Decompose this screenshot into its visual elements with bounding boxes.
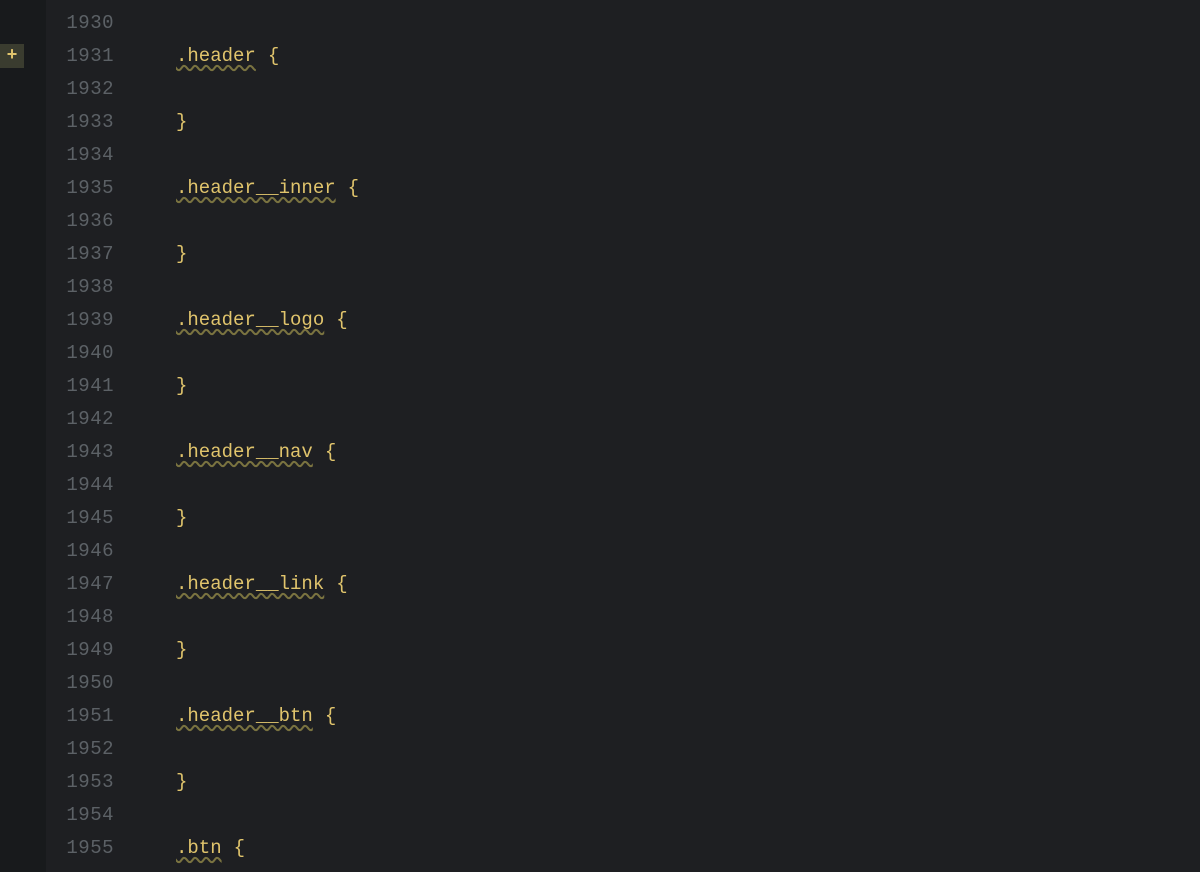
plus-icon: + bbox=[7, 47, 18, 65]
code-line[interactable] bbox=[136, 204, 1200, 237]
code-editor[interactable]: + 19301931193219331934193519361937193819… bbox=[0, 0, 1200, 872]
code-line[interactable] bbox=[136, 666, 1200, 699]
line-number[interactable]: 1945 bbox=[46, 501, 136, 534]
line-number[interactable]: 1934 bbox=[46, 138, 136, 171]
code-content[interactable]: .header {} .header__inner {} .header__logo {}… bbox=[136, 0, 1200, 872]
code-line[interactable] bbox=[136, 72, 1200, 105]
line-number[interactable]: 1939 bbox=[46, 303, 136, 336]
line-number[interactable]: 1944 bbox=[46, 468, 136, 501]
line-number[interactable]: 1943 bbox=[46, 435, 136, 468]
code-line[interactable]: } bbox=[136, 633, 1200, 666]
css-selector: .header__nav bbox=[176, 441, 313, 463]
code-line[interactable] bbox=[136, 270, 1200, 303]
brace-close: } bbox=[176, 639, 187, 661]
code-line[interactable]: .header__logo { bbox=[136, 303, 1200, 336]
line-number[interactable]: 1946 bbox=[46, 534, 136, 567]
code-line[interactable] bbox=[136, 864, 1200, 872]
code-line[interactable] bbox=[136, 732, 1200, 765]
line-number[interactable]: 1954 bbox=[46, 798, 136, 831]
brace-open: { bbox=[336, 573, 347, 595]
line-number[interactable]: 1933 bbox=[46, 105, 136, 138]
css-selector: .header__btn bbox=[176, 705, 313, 727]
code-line[interactable]: } bbox=[136, 105, 1200, 138]
code-line[interactable] bbox=[136, 468, 1200, 501]
line-number[interactable]: 1950 bbox=[46, 666, 136, 699]
brace-open: { bbox=[325, 441, 336, 463]
line-number[interactable]: 1956 bbox=[46, 864, 136, 872]
brace-close: } bbox=[176, 507, 187, 529]
code-line[interactable]: .header__btn { bbox=[136, 699, 1200, 732]
code-line[interactable]: .header { bbox=[136, 39, 1200, 72]
line-number[interactable]: 1936 bbox=[46, 204, 136, 237]
line-number[interactable]: 1955 bbox=[46, 831, 136, 864]
line-number[interactable]: 1942 bbox=[46, 402, 136, 435]
code-line[interactable] bbox=[136, 138, 1200, 171]
code-line[interactable] bbox=[136, 600, 1200, 633]
line-number[interactable]: 1951 bbox=[46, 699, 136, 732]
line-number[interactable]: 1938 bbox=[46, 270, 136, 303]
code-line[interactable] bbox=[136, 6, 1200, 39]
line-number[interactable]: 1937 bbox=[46, 237, 136, 270]
code-line[interactable]: .header__link { bbox=[136, 567, 1200, 600]
line-number[interactable]: 1932 bbox=[46, 72, 136, 105]
line-number-gutter[interactable]: 1930193119321933193419351936193719381939… bbox=[46, 0, 136, 872]
line-number[interactable]: 1953 bbox=[46, 765, 136, 798]
code-line[interactable] bbox=[136, 402, 1200, 435]
line-number[interactable]: 1940 bbox=[46, 336, 136, 369]
brace-close: } bbox=[176, 111, 187, 133]
brace-close: } bbox=[176, 771, 187, 793]
code-line[interactable] bbox=[136, 798, 1200, 831]
brace-open: { bbox=[268, 45, 279, 67]
code-line[interactable]: .header__inner { bbox=[136, 171, 1200, 204]
code-line[interactable] bbox=[136, 336, 1200, 369]
css-selector: .btn bbox=[176, 837, 222, 859]
change-marker-add[interactable]: + bbox=[0, 44, 24, 68]
line-number[interactable]: 1947 bbox=[46, 567, 136, 600]
line-number[interactable]: 1948 bbox=[46, 600, 136, 633]
brace-close: } bbox=[176, 243, 187, 265]
line-number[interactable]: 1941 bbox=[46, 369, 136, 402]
line-number[interactable]: 1930 bbox=[46, 6, 136, 39]
brace-open: { bbox=[234, 837, 245, 859]
code-line[interactable]: .header__nav { bbox=[136, 435, 1200, 468]
css-selector: .header bbox=[176, 45, 256, 67]
brace-open: { bbox=[348, 177, 359, 199]
code-line[interactable]: } bbox=[136, 765, 1200, 798]
code-line[interactable]: } bbox=[136, 369, 1200, 402]
brace-close: } bbox=[176, 375, 187, 397]
code-line[interactable] bbox=[136, 534, 1200, 567]
code-line[interactable]: } bbox=[136, 501, 1200, 534]
line-number[interactable]: 1952 bbox=[46, 732, 136, 765]
code-line[interactable]: } bbox=[136, 237, 1200, 270]
line-number[interactable]: 1935 bbox=[46, 171, 136, 204]
css-selector: .header__inner bbox=[176, 177, 336, 199]
editor-left-margin: + bbox=[0, 0, 46, 872]
brace-open: { bbox=[325, 705, 336, 727]
code-line[interactable]: .btn { bbox=[136, 831, 1200, 864]
line-number[interactable]: 1949 bbox=[46, 633, 136, 666]
line-number[interactable]: 1931 bbox=[46, 39, 136, 72]
brace-open: { bbox=[336, 309, 347, 331]
css-selector: .header__logo bbox=[176, 309, 324, 331]
css-selector: .header__link bbox=[176, 573, 324, 595]
